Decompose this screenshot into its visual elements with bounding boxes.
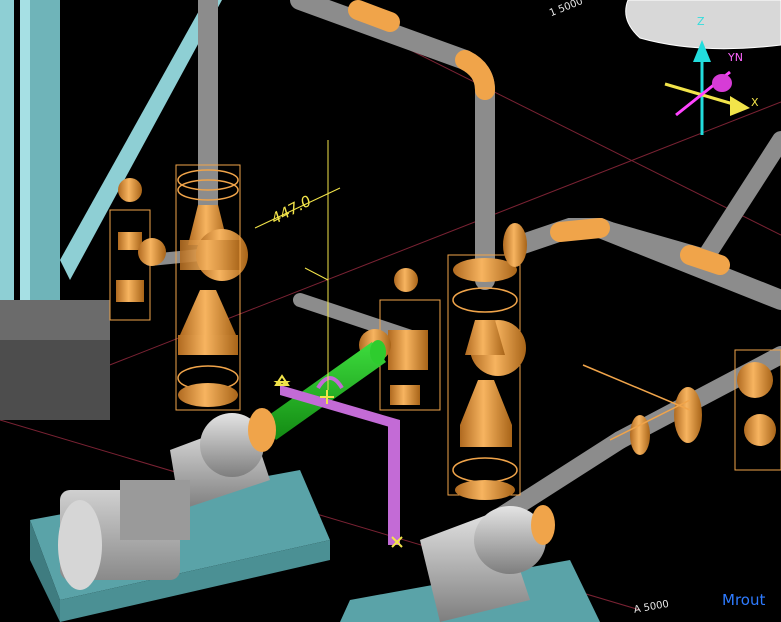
- axis-y-label: YN: [728, 51, 743, 64]
- axis-z-label: Z: [697, 15, 705, 28]
- axis-x-label: X: [751, 96, 759, 109]
- mode-label: Mrout: [722, 591, 766, 609]
- piping-3d-scene[interactable]: [0, 0, 781, 622]
- 3d-viewport[interactable]: 1 5000 A 5000 447.0 Mrout X YN Z: [0, 0, 781, 622]
